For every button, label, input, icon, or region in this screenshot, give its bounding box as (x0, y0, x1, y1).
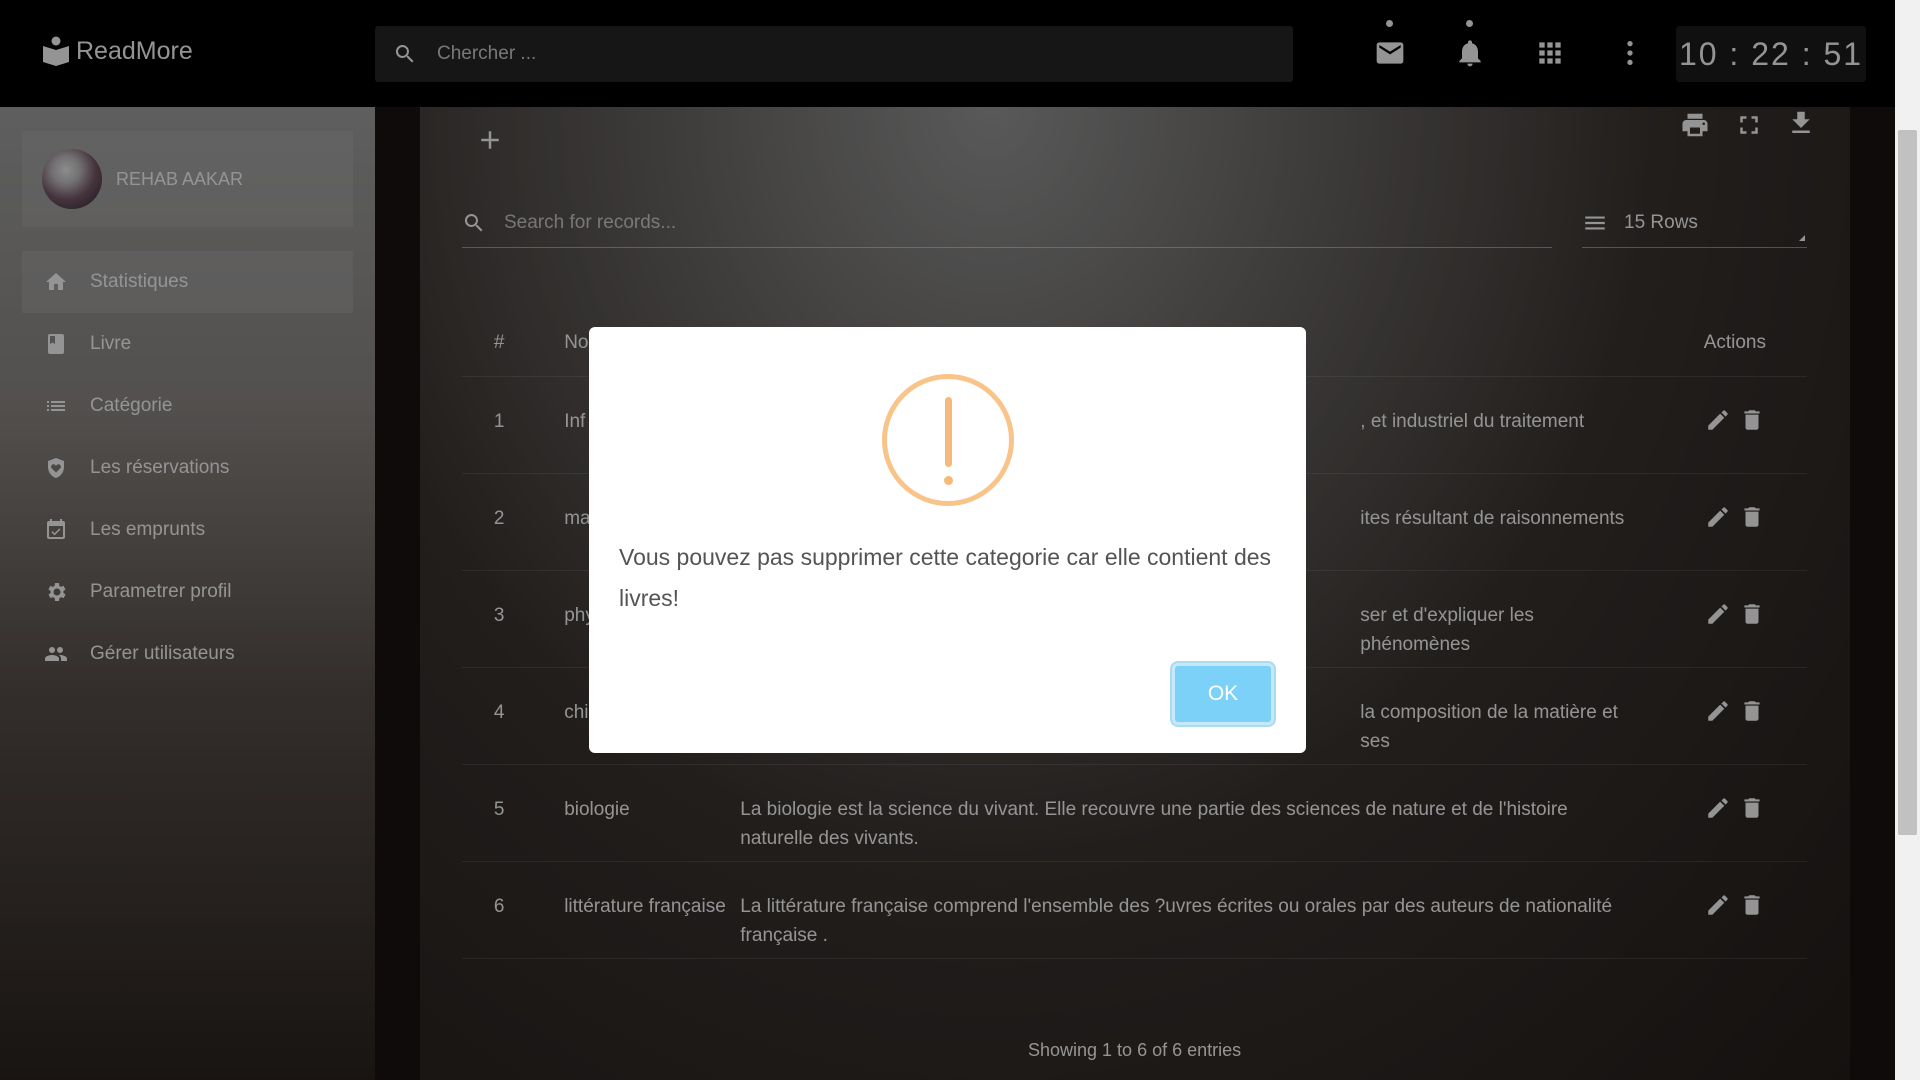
alert-dialog: Vous pouvez pas supprimer cette categori… (589, 327, 1306, 753)
warning-icon (882, 374, 1014, 506)
ok-button[interactable]: OK (1172, 663, 1274, 725)
scrollbar-thumb[interactable] (1898, 130, 1917, 835)
alert-message: Vous pouvez pas supprimer cette categori… (619, 544, 1272, 611)
warning-mark-dot (944, 476, 953, 485)
warning-mark-bar (945, 397, 952, 467)
